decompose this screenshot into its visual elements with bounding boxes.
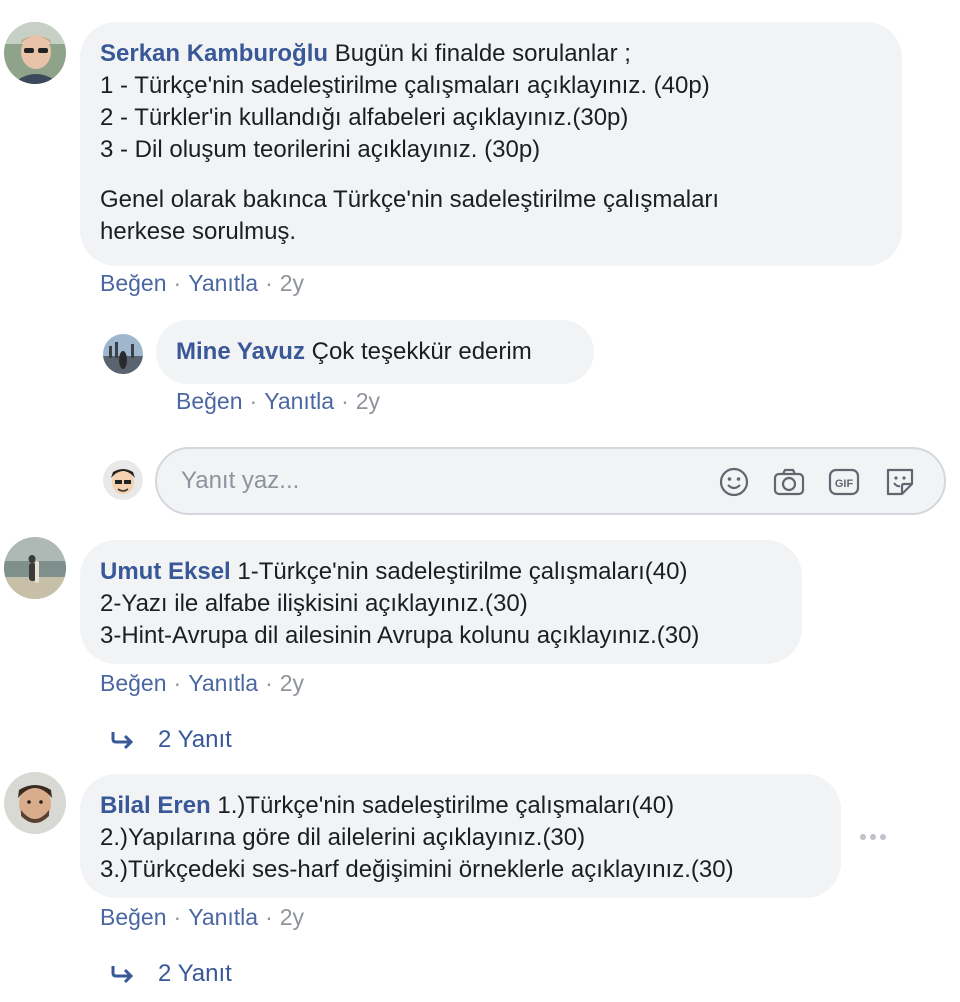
reply-input-placeholder: Yanıt yaz... [181,467,300,494]
comment-text: 3 - Dil oluşum teorilerini açıklayınız. … [100,136,541,163]
avatar-image [4,772,66,834]
comment-actions: Beğen · Yanıtla · 2y [100,904,305,930]
reply-button[interactable]: Yanıtla [188,904,258,930]
replies-count: 2 Yanıt [158,960,232,987]
comment-author[interactable]: Serkan Kamburoğlu [100,40,328,67]
comment-text: Çok teşekkür ederim [311,338,532,365]
reply-button[interactable]: Yanıtla [264,388,334,414]
timestamp[interactable]: 2y [356,388,380,414]
comment-author[interactable]: Umut Eksel [100,558,231,585]
comment-text: 2-Yazı ile alfabe ilişkisini açıklayınız… [100,590,528,617]
comment-bubble-serkan: Serkan Kamburoğlu Bugün ki finalde sorul… [80,22,902,266]
like-button[interactable]: Beğen [100,904,167,930]
comment-author[interactable]: Bilal Eren [100,792,211,819]
comment-text: 2.)Yapılarına göre dil ailelerini açıkla… [100,824,586,851]
gif-icon[interactable]: GIF [827,465,861,499]
like-button[interactable]: Beğen [100,270,167,296]
avatar-serkan[interactable] [4,22,66,84]
reply-button[interactable]: Yanıtla [188,670,258,696]
reply-input[interactable]: Yanıt yaz... GIF [155,447,946,515]
reply-button[interactable]: Yanıtla [188,270,258,296]
view-replies-link[interactable]: 2 Yanıt [110,726,232,754]
comment-actions: Beğen · Yanıtla · 2y [176,388,381,414]
avatar-image [4,22,66,84]
timestamp[interactable]: 2y [280,670,304,696]
comment-text: 1-Türkçe'nin sadeleştirilme çalışmaları(… [237,558,688,585]
avatar-image [103,460,143,500]
avatar-current-user [103,460,143,500]
replies-count: 2 Yanıt [158,726,232,753]
comment-text: Genel olarak bakınca Türkçe'nin sadeleşt… [100,186,720,213]
timestamp[interactable]: 2y [280,270,304,296]
sticker-icon[interactable] [883,465,917,499]
comment-text: 3-Hint-Avrupa dil ailesinin Avrupa kolun… [100,622,700,649]
svg-text:GIF: GIF [835,478,854,490]
avatar-umut[interactable] [4,537,66,599]
reply-arrow-icon [111,732,134,750]
comment-bubble-mine: Mine Yavuz Çok teşekkür ederim [156,320,594,384]
like-button[interactable]: Beğen [100,670,167,696]
comment-text: 3.)Türkçedeki ses-harf değişimini örnekl… [100,856,734,883]
more-options-icon[interactable] [860,834,886,840]
comment-text: herkese sorulmuş. [100,218,297,245]
avatar-image [103,334,143,374]
view-replies-link[interactable]: 2 Yanıt [110,960,232,988]
comment-author[interactable]: Mine Yavuz [176,338,305,365]
avatar-image [4,537,66,599]
comment-actions: Beğen · Yanıtla · 2y [100,270,305,296]
comment-text: 1 - Türkçe'nin sadeleştirilme çalışmalar… [100,72,710,99]
reply-arrow-icon [111,966,134,984]
comment-text: 2 - Türkler'in kullandığı alfabeleri açı… [100,104,629,131]
avatar-mine[interactable] [103,334,143,374]
comment-bubble-umut: Umut Eksel 1-Türkçe'nin sadeleştirilme ç… [80,540,802,664]
like-button[interactable]: Beğen [176,388,243,414]
comment-text: Bugün ki finalde sorulanlar ; [334,40,631,67]
emoji-icon[interactable] [717,465,751,499]
avatar-bilal[interactable] [4,772,66,834]
comment-text: 1.)Türkçe'nin sadeleştirilme çalışmaları… [217,792,675,819]
timestamp[interactable]: 2y [280,904,304,930]
comment-actions: Beğen · Yanıtla · 2y [100,670,305,696]
camera-icon[interactable] [772,465,806,499]
comment-bubble-bilal: Bilal Eren 1.)Türkçe'nin sadeleştirilme … [80,774,841,898]
